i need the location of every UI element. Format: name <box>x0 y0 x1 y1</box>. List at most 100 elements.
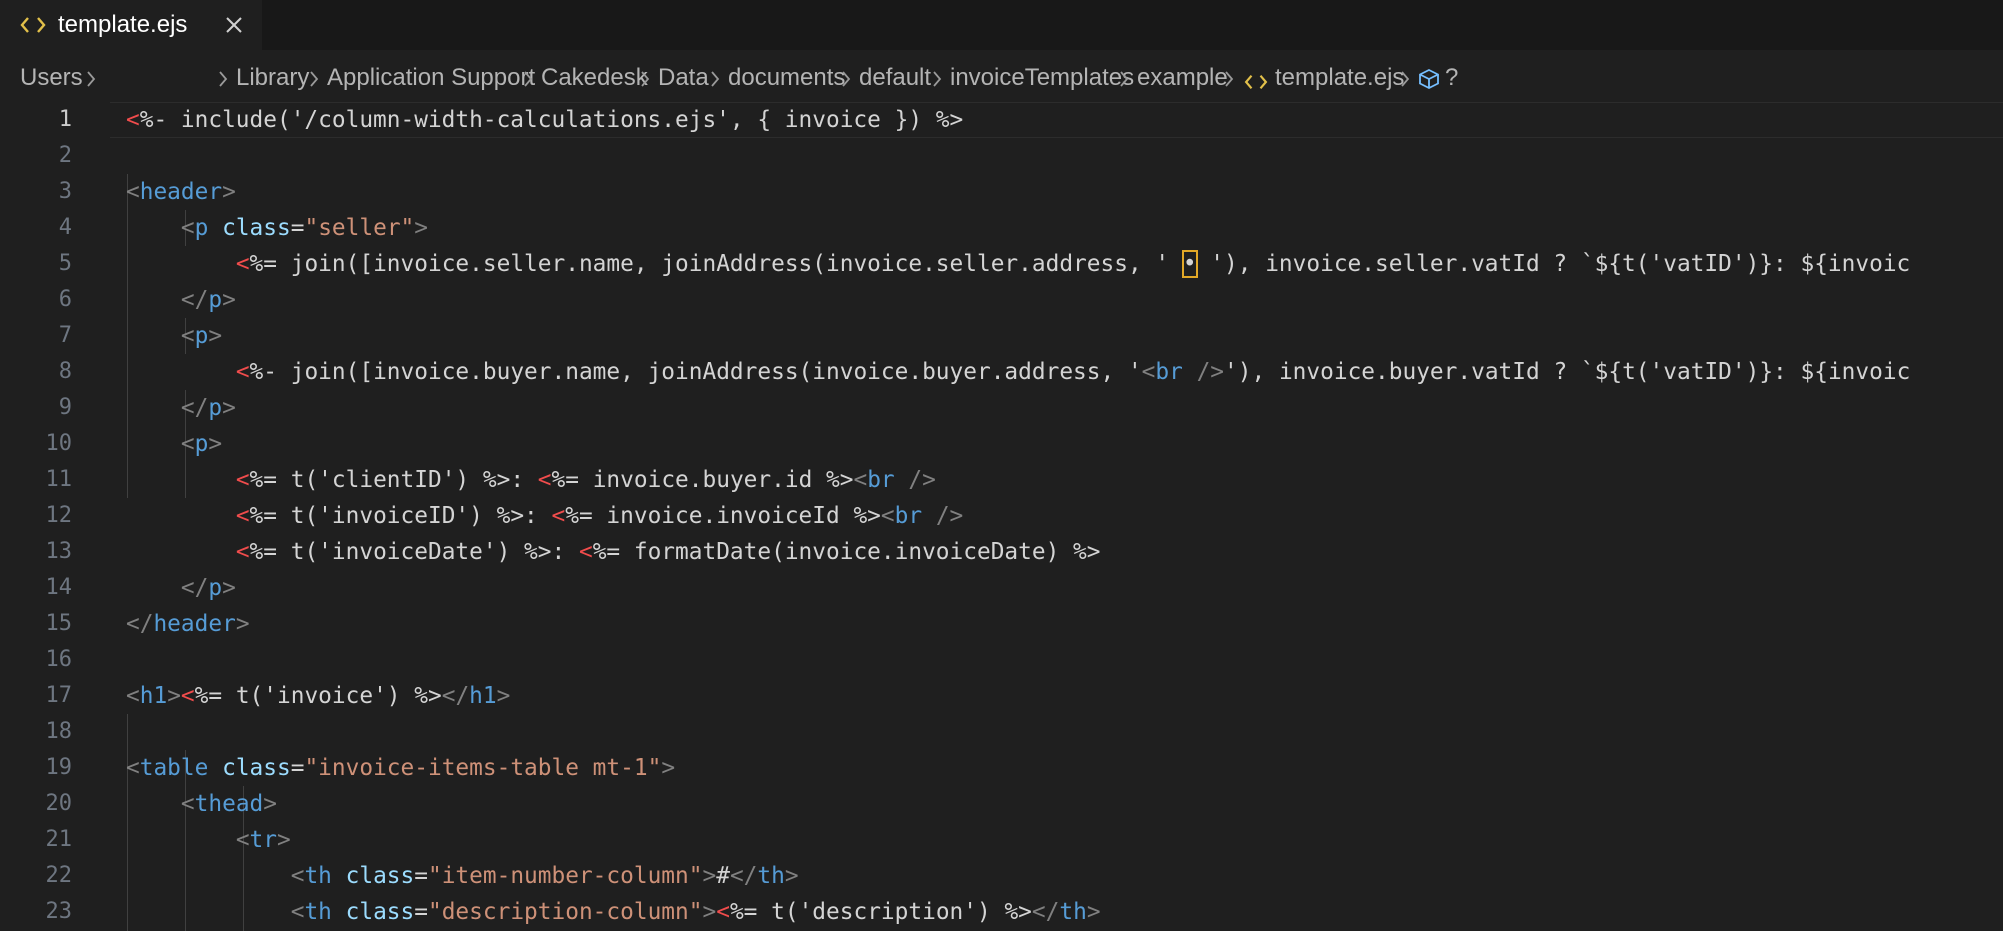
code-token: %= t('invoiceID') %>: <box>249 503 552 529</box>
code-line[interactable]: </p> <box>126 390 236 426</box>
code-line[interactable]: <th class="item-number-column">#</th> <box>126 858 799 894</box>
code-token: = <box>290 215 305 241</box>
code-token: </ <box>441 683 470 709</box>
code-token: < <box>1141 359 1156 385</box>
code-editor[interactable]: 1 2 3 4 5 6 7 8 9 10 11 12 13 14 15 16 17 18 19 20 21 22 23 <%… <box>0 102 2003 931</box>
code-token: < <box>126 107 140 133</box>
chevron-right-icon <box>524 71 533 87</box>
code-token: > <box>208 323 223 349</box>
code-line[interactable]: </header> <box>126 606 250 642</box>
code-token: </ <box>729 863 758 889</box>
code-token: > <box>414 215 429 241</box>
code-token: %= t('clientID') %>: <box>249 467 538 493</box>
tab-template-ejs[interactable]: template.ejs <box>0 0 262 50</box>
code-token: %= join([invoice.seller.name, joinAddres… <box>249 251 1183 277</box>
code-token: th <box>304 899 332 925</box>
breadcrumb-item-example[interactable]: example <box>1137 64 1228 92</box>
chevron-right-icon <box>641 71 650 87</box>
breadcrumb-item-documents[interactable]: documents <box>728 64 845 92</box>
code-line[interactable]: <p> <box>126 426 222 462</box>
code-token: class <box>222 755 291 781</box>
code-token: p <box>194 215 209 241</box>
editor-window: template.ejs Users Library Application S… <box>0 0 2003 931</box>
breadcrumb-symbol[interactable]: ? <box>1445 64 1458 92</box>
code-token: "description-column" <box>427 899 703 925</box>
code-token: p <box>208 575 223 601</box>
code-line[interactable]: <%- include('/column-width-calculations.… <box>126 102 963 138</box>
code-token: %= invoice.buyer.id %> <box>551 467 854 493</box>
code-line[interactable]: <h1><%= t('invoice') %></h1> <box>126 678 510 714</box>
breadcrumb-item-application-support[interactable]: Application Support <box>327 64 535 92</box>
code-token: < <box>880 503 895 529</box>
breadcrumb-item-data[interactable]: Data <box>658 64 709 92</box>
code-line[interactable]: <%= t('invoiceID') %>: <%= invoice.invoi… <box>126 498 963 534</box>
code-line[interactable]: </p> <box>126 282 236 318</box>
code-token: = <box>290 755 305 781</box>
code-token: < <box>126 755 140 781</box>
code-token: </ <box>126 611 154 637</box>
code-token: < <box>551 503 566 529</box>
code-token: br <box>894 503 923 529</box>
code-line[interactable]: <header> <box>126 174 236 210</box>
breadcrumb-item-invoicetemplates[interactable]: invoiceTemplates <box>950 64 1134 92</box>
code-icon <box>1244 70 1268 98</box>
code-token: tr <box>249 827 277 853</box>
code-token: class <box>345 863 415 889</box>
code-line[interactable]: <%- join([invoice.buyer.name, joinAddres… <box>126 354 1910 390</box>
chevron-right-icon <box>310 71 319 87</box>
code-line[interactable]: <%= join([invoice.seller.name, joinAddre… <box>126 246 1910 282</box>
code-line[interactable]: </p> <box>126 570 236 606</box>
code-line[interactable]: <tr> <box>126 822 291 858</box>
code-token: %= t('invoiceDate') %>: <box>249 539 579 565</box>
chevron-right-icon <box>1120 71 1129 87</box>
code-token: %= invoice.invoiceId %> <box>565 503 881 529</box>
tab-bar: template.ejs <box>0 0 2003 50</box>
code-token: > <box>784 863 799 889</box>
breadcrumb-item-cakedesk[interactable]: Cakedesk <box>541 64 648 92</box>
code-token: %= formatDate(invoice.invoiceDate) %> <box>592 539 1101 565</box>
code-token: > <box>208 431 223 457</box>
code-line[interactable]: <th class="description-column"><%= t('de… <box>126 894 1101 930</box>
tab-title: template.ejs <box>58 11 188 38</box>
code-token: > <box>222 179 236 205</box>
cube-icon[interactable] <box>1417 67 1441 98</box>
code-token: < <box>126 683 140 709</box>
code-token: < <box>290 899 305 925</box>
chevron-right-icon <box>1401 71 1410 87</box>
code-token: %= t('invoice') %> <box>194 683 442 709</box>
code-token: header <box>139 179 223 205</box>
code-token: br <box>1155 359 1183 385</box>
code-line[interactable]: <%= t('invoiceDate') %>: <%= formatDate(… <box>126 534 1101 570</box>
code-line[interactable]: <p class="seller"> <box>126 210 428 246</box>
breadcrumb-item-library[interactable]: Library <box>236 64 309 92</box>
code-token: /> <box>1182 359 1225 385</box>
code-token: < <box>180 215 195 241</box>
code-area[interactable]: <%- include('/column-width-calculations.… <box>0 102 2003 931</box>
code-token: '), invoice.seller.vatId ? `${t('vatID')… <box>1196 251 1911 277</box>
code-token: > <box>263 791 277 817</box>
code-token: < <box>235 539 250 565</box>
breadcrumb-item-users[interactable]: Users <box>20 64 83 92</box>
code-token: </ <box>180 287 209 313</box>
code-token: > <box>496 683 511 709</box>
code-token: </ <box>180 395 209 421</box>
code-line[interactable]: <table class="invoice-items-table mt-1"> <box>126 750 675 786</box>
code-line[interactable]: <thead> <box>126 786 277 822</box>
code-token: > <box>277 827 291 853</box>
code-token: < <box>235 467 250 493</box>
breadcrumb-item-template-ejs[interactable]: template.ejs <box>1275 64 1404 92</box>
code-token: = <box>414 863 428 889</box>
code-token: > <box>222 395 236 421</box>
close-icon[interactable] <box>222 13 246 37</box>
code-line[interactable]: <%= t('clientID') %>: <%= invoice.buyer.… <box>126 462 936 498</box>
code-line[interactable]: <p> <box>126 318 222 354</box>
breadcrumb-item-default[interactable]: default <box>859 64 931 92</box>
breadcrumb: Users Library Application Support Cakede… <box>0 60 2003 102</box>
